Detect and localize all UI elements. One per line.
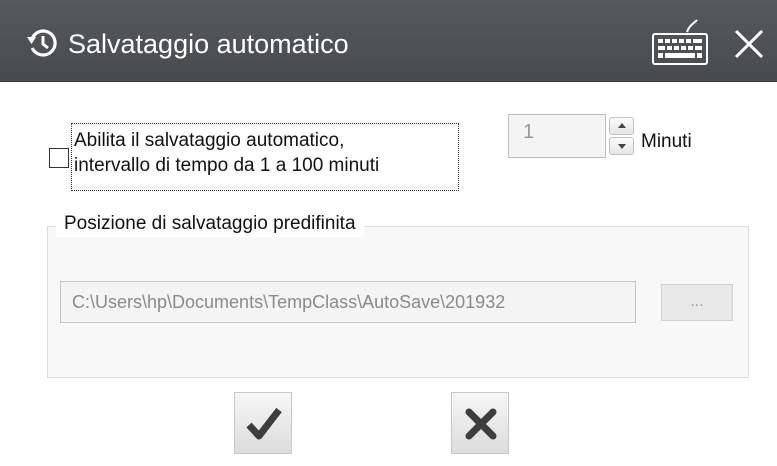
keyboard-icon[interactable] xyxy=(649,18,713,70)
interval-input[interactable]: 1 xyxy=(508,114,606,158)
x-icon xyxy=(465,408,497,440)
cancel-button[interactable] xyxy=(451,392,509,454)
autosave-dialog: Salvataggio automatico Abilita il salvat… xyxy=(0,0,777,466)
ok-button[interactable] xyxy=(234,392,292,454)
browse-button[interactable]: ... xyxy=(661,284,733,321)
stepper-up-button[interactable] xyxy=(609,117,634,135)
history-icon xyxy=(27,29,57,57)
autosave-label-line2: intervallo di tempo da 1 a 100 minuti xyxy=(74,155,380,176)
arrow-up-icon xyxy=(618,123,626,128)
checkmark-icon xyxy=(246,407,282,440)
default-location-title: Posizione di salvataggio predifinita xyxy=(56,211,364,237)
arrow-down-icon xyxy=(618,144,626,149)
window-title: Salvataggio automatico xyxy=(68,29,349,59)
interval-stepper xyxy=(609,117,634,155)
title-bar: Salvataggio automatico xyxy=(0,0,777,82)
autosave-label-line1: Abilita il salvataggio automatico, xyxy=(74,130,345,151)
interval-unit-label: Minuti xyxy=(641,131,692,152)
save-path-field[interactable]: C:\Users\hp\Documents\TempClass\AutoSave… xyxy=(60,281,636,323)
autosave-checkbox[interactable] xyxy=(49,148,69,168)
close-icon[interactable] xyxy=(731,26,767,62)
autosave-checkbox-label[interactable]: Abilita il salvataggio automatico, inter… xyxy=(71,123,459,191)
stepper-down-button[interactable] xyxy=(609,137,634,155)
